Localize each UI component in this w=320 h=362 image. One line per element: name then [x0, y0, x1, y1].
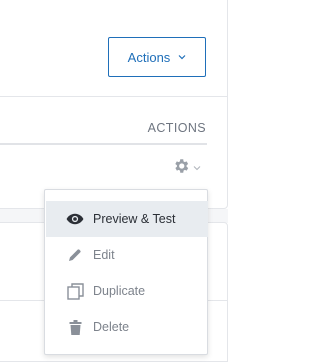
row-actions-gear-button[interactable]: [172, 158, 206, 178]
eye-icon: [66, 210, 84, 228]
menu-item-label: Edit: [93, 248, 115, 262]
table-header-divider: [0, 143, 207, 145]
menu-item-duplicate[interactable]: Duplicate: [46, 273, 208, 309]
duplicate-icon: [66, 282, 84, 300]
gear-icon: [172, 157, 190, 180]
column-header-actions: ACTIONS: [147, 121, 206, 135]
actions-button-label: Actions: [127, 49, 171, 65]
row-actions-menu: Preview & Test Edit Duplicate Delete: [44, 189, 208, 355]
menu-item-edit[interactable]: Edit: [46, 237, 208, 273]
menu-item-label: Delete: [93, 320, 130, 334]
card-header-divider: [0, 96, 228, 97]
actions-dropdown-button[interactable]: Actions: [108, 37, 206, 77]
chevron-down-icon: [193, 159, 201, 177]
trash-icon: [66, 318, 84, 336]
menu-item-label: Duplicate: [93, 284, 146, 298]
chevron-down-icon: [178, 53, 186, 61]
menu-item-delete[interactable]: Delete: [46, 309, 208, 345]
pencil-icon: [66, 246, 84, 264]
menu-item-label: Preview & Test: [93, 212, 176, 226]
menu-item-preview-test[interactable]: Preview & Test: [46, 201, 208, 237]
